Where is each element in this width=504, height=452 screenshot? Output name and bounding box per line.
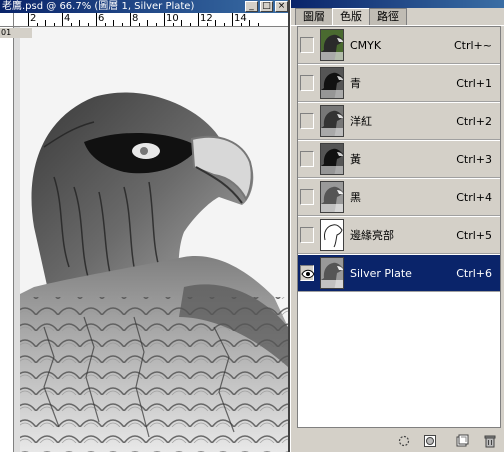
channel-row[interactable]: CMYK Ctrl+~ <box>298 27 500 64</box>
window-buttons: _ □ × <box>245 0 288 12</box>
ruler-minor-tick <box>45 20 46 26</box>
horizontal-ruler[interactable]: 2 4 6 8 10 12 14 <box>14 13 288 27</box>
tab-channels[interactable]: 色版 <box>332 8 370 26</box>
channel-row[interactable]: 洋紅 Ctrl+2 <box>298 103 500 140</box>
channel-shortcut: Ctrl+4 <box>456 191 492 204</box>
ruler-minor-tick <box>113 20 114 26</box>
channel-name: 黃 <box>350 153 361 166</box>
channel-thumbnail <box>320 219 344 251</box>
channel-name: Silver Plate <box>350 267 412 280</box>
ruler-label: 4 <box>64 13 71 24</box>
channel-thumbnail <box>320 257 344 289</box>
visibility-toggle[interactable] <box>300 227 314 243</box>
channel-row[interactable]: 黑 Ctrl+4 <box>298 179 500 216</box>
channel-shortcut: Ctrl+~ <box>453 39 492 52</box>
panel-titlebar[interactable] <box>291 0 504 8</box>
photoshop-workspace: 老鷹.psd @ 66.7% (圖層 1, Silver Plate) _ □ … <box>0 0 504 452</box>
channel-name: CMYK <box>350 39 382 52</box>
visibility-toggle[interactable] <box>300 113 314 129</box>
ruler-corner[interactable] <box>0 13 14 27</box>
ruler-label: 10 <box>166 13 179 24</box>
channel-thumbnail <box>320 67 344 99</box>
ruler-label: 14 <box>234 13 247 24</box>
channel-thumbnail <box>320 181 344 213</box>
channels-panel: 圖層 色版 路徑 CMYK Ctrl+~ 青 Ctrl+1 洋紅 Ctrl+2 黃 Ctrl+… <box>290 0 504 452</box>
ruler-minor-tick <box>147 20 148 26</box>
eagle-canvas[interactable] <box>14 27 288 452</box>
ruler-label: 2 <box>30 13 37 24</box>
channel-list: CMYK Ctrl+~ 青 Ctrl+1 洋紅 Ctrl+2 黃 Ctrl+3 黑 Ctrl+4 邊… <box>297 26 501 428</box>
vertical-ruler[interactable] <box>0 27 14 452</box>
panel-bottom-bar <box>291 430 504 452</box>
visibility-toggle[interactable] <box>300 265 315 281</box>
channel-shortcut: Ctrl+1 <box>456 77 492 90</box>
document-window: 老鷹.psd @ 66.7% (圖層 1, Silver Plate) _ □ … <box>0 0 290 452</box>
channel-thumbnail <box>320 143 344 175</box>
channel-name: 洋紅 <box>350 115 372 128</box>
channel-shortcut: Ctrl+2 <box>456 115 492 128</box>
channel-row[interactable]: Silver Plate Ctrl+6 <box>298 255 500 292</box>
close-button[interactable]: × <box>275 1 288 12</box>
eye-icon <box>301 269 315 279</box>
load-selection-icon[interactable] <box>397 434 411 448</box>
visibility-toggle[interactable] <box>300 189 314 205</box>
channel-shortcut: Ctrl+3 <box>456 153 492 166</box>
ruler-label: 12 <box>200 13 213 24</box>
visibility-toggle[interactable] <box>300 151 314 167</box>
ruler-minor-tick <box>79 20 80 26</box>
trash-icon[interactable] <box>483 434 497 448</box>
channel-row[interactable]: 邊緣亮部 Ctrl+5 <box>298 217 500 254</box>
channel-name: 黑 <box>350 191 361 204</box>
panel-tabs: 圖層 色版 路徑 <box>295 8 407 26</box>
visibility-toggle[interactable] <box>300 37 314 53</box>
eagle-image <box>14 27 288 452</box>
ruler-minor-tick <box>215 20 216 26</box>
ruler-minor-tick <box>181 20 182 26</box>
save-selection-icon[interactable] <box>423 434 437 448</box>
ruler-label: 6 <box>98 13 105 24</box>
channel-thumbnail <box>320 105 344 137</box>
channel-thumbnail <box>320 29 344 61</box>
channel-row[interactable]: 黃 Ctrl+3 <box>298 141 500 178</box>
maximize-button[interactable]: □ <box>260 1 273 12</box>
channel-shortcut: Ctrl+6 <box>456 267 492 280</box>
channel-row[interactable]: 青 Ctrl+1 <box>298 65 500 102</box>
channel-name: 邊緣亮部 <box>350 229 394 242</box>
channel-shortcut: Ctrl+5 <box>456 229 492 242</box>
channel-name: 青 <box>350 77 361 90</box>
new-channel-icon[interactable] <box>455 434 469 448</box>
visibility-toggle[interactable] <box>300 75 314 91</box>
tab-layers[interactable]: 圖層 <box>295 8 333 25</box>
layer-indicator: 01 <box>0 28 32 38</box>
tab-paths[interactable]: 路徑 <box>369 8 407 25</box>
ruler-minor-tick <box>249 20 250 26</box>
minimize-button[interactable]: _ <box>245 1 258 12</box>
ruler-label: 8 <box>132 13 139 24</box>
